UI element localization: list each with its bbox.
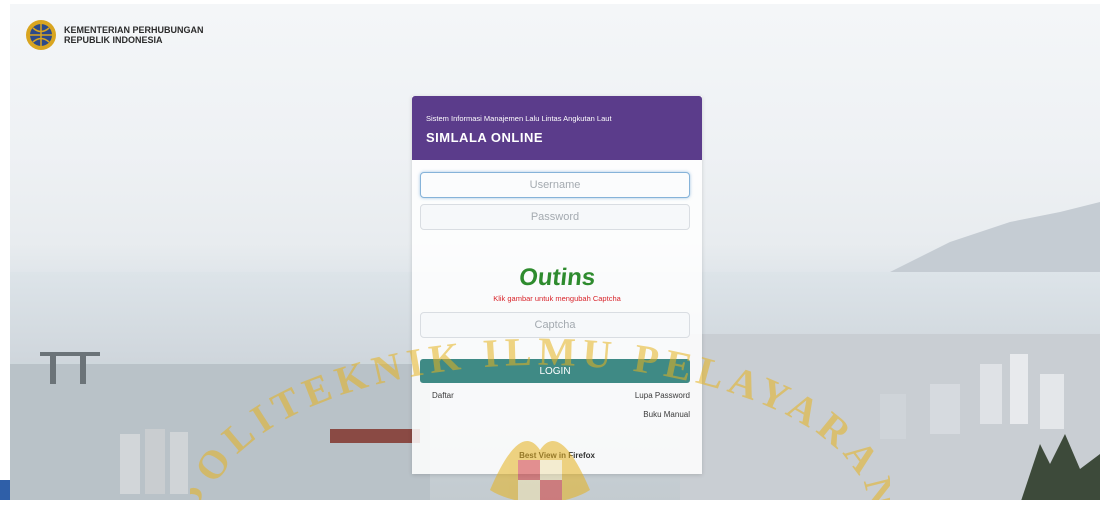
captcha-image[interactable]: Outins [519,261,599,291]
username-input[interactable] [420,172,690,198]
city-buildings [680,334,1100,502]
ministry-name-line2: REPUBLIK INDONESIA [64,35,163,45]
user-manual-link[interactable]: Buku Manual [643,410,690,419]
ministry-logo-icon [26,20,56,50]
bottom-margin [0,500,1106,515]
ministry-name-line1: KEMENTERIAN PERHUBUNGAN [64,25,204,35]
password-input[interactable] [420,204,690,230]
forgot-password-link[interactable]: Lupa Password [635,391,690,400]
ministry-brand: KEMENTERIAN PERHUBUNGAN REPUBLIK INDONES… [24,18,204,52]
login-header: Sistem Informasi Manajemen Lalu Lintas A… [412,96,702,160]
login-card: Sistem Informasi Manajemen Lalu Lintas A… [412,96,702,474]
captcha-input[interactable] [420,312,690,338]
captcha-hint: Klik gambar untuk mengubah Captcha [493,294,621,303]
login-button[interactable]: LOGIN [420,359,690,383]
app-title: SIMLALA ONLINE [426,130,544,145]
captcha-text: Outins [519,264,597,291]
port-area [10,352,430,502]
register-link[interactable]: Daftar [432,391,454,400]
browser-recommendation: Best View in Firefox [519,451,595,460]
system-subtitle: Sistem Informasi Manajemen Lalu Lintas A… [426,114,612,123]
